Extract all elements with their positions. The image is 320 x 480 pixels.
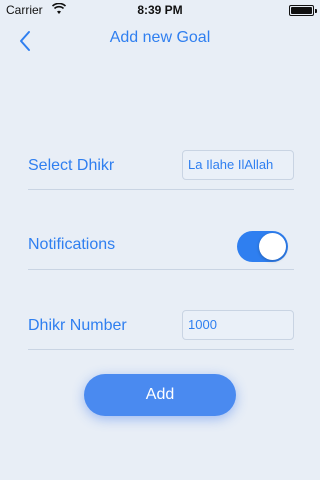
select-dhikr-row: Select Dhikr La Ilahe IlAllah <box>28 140 294 190</box>
status-time: 8:39 PM <box>137 3 183 17</box>
select-dhikr-label: Select Dhikr <box>28 157 115 174</box>
add-button[interactable]: Add <box>84 374 236 416</box>
divider <box>28 349 294 350</box>
notifications-toggle[interactable] <box>237 231 288 262</box>
toggle-knob <box>259 233 286 260</box>
dhikr-select-field[interactable]: La Ilahe IlAllah <box>182 150 294 180</box>
divider <box>28 269 294 270</box>
notifications-label: Notifications <box>28 236 116 253</box>
screen: Carrier 8:39 PM Add new Goal Select Dhik… <box>0 0 320 480</box>
divider <box>28 189 294 190</box>
notifications-row: Notifications <box>28 220 294 270</box>
nav-bar: Add new Goal <box>0 20 320 64</box>
battery-icon <box>289 5 317 16</box>
dhikr-number-input[interactable]: 1000 <box>182 310 294 340</box>
status-bar: Carrier 8:39 PM <box>0 0 320 20</box>
page-title: Add new Goal <box>109 29 211 46</box>
dhikr-number-row: Dhikr Number 1000 <box>28 300 294 350</box>
dhikr-number-label: Dhikr Number <box>28 317 127 334</box>
